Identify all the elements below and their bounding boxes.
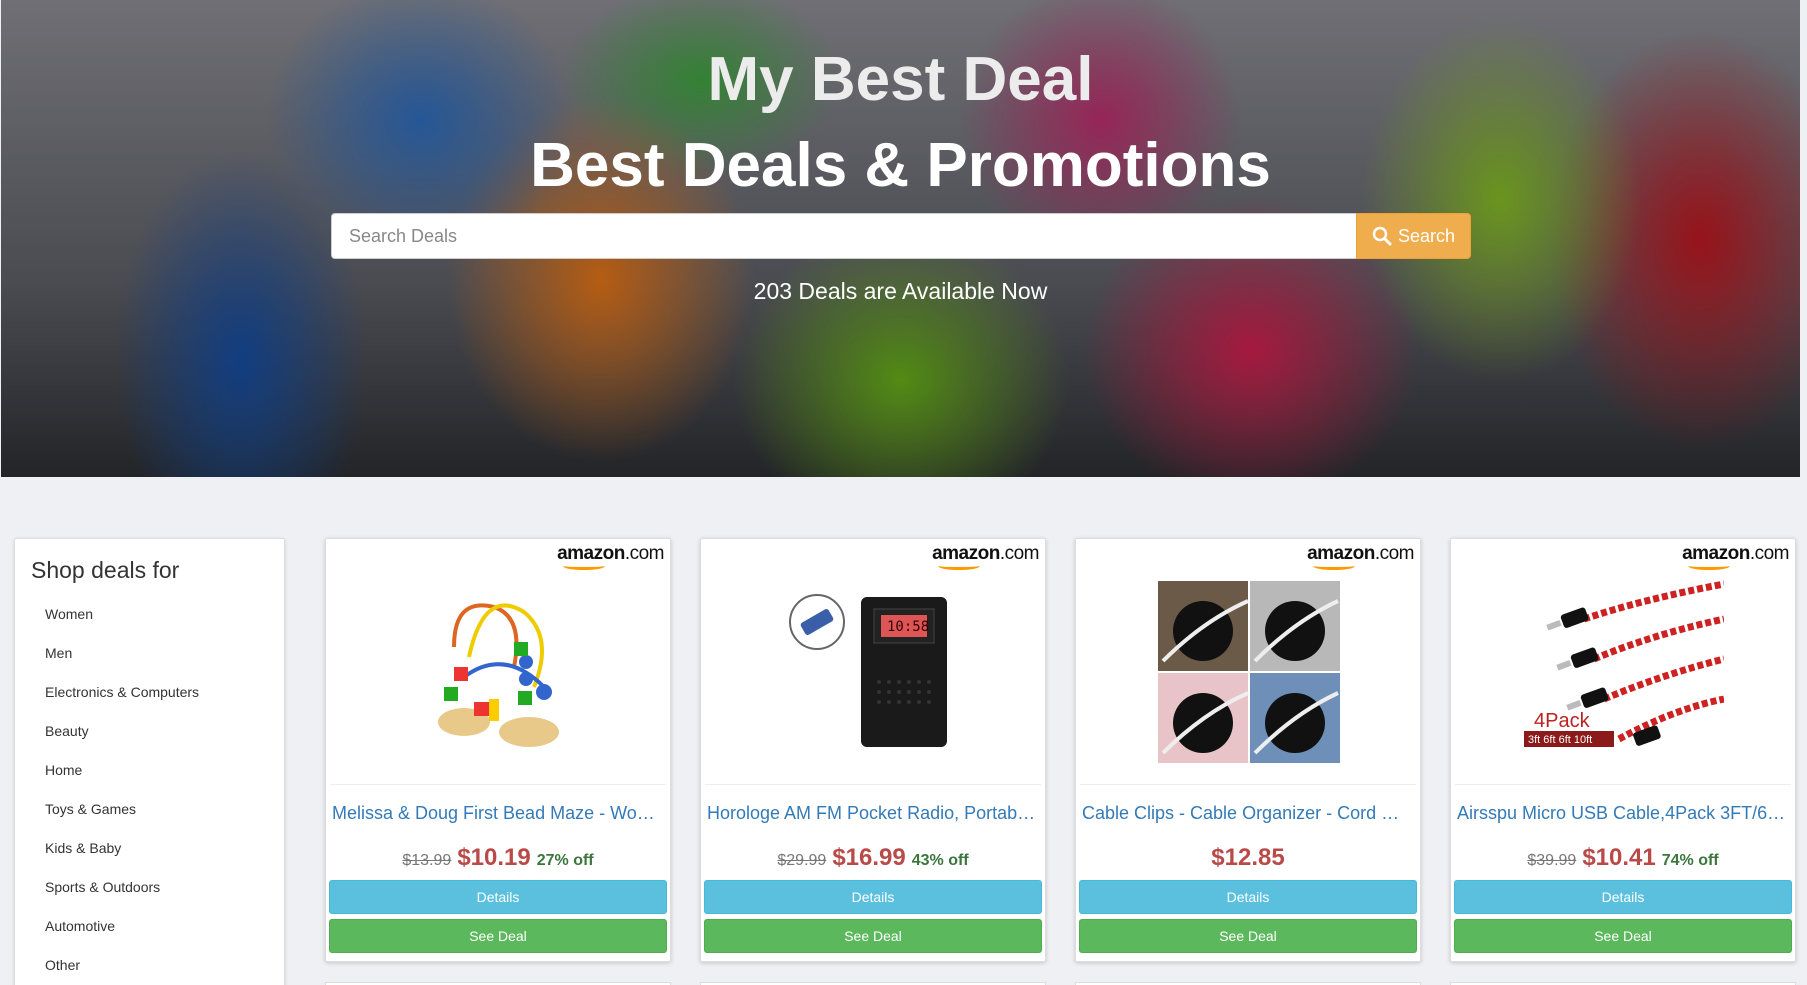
deal-card: amazon.com 4Pack 3ft 6ft 6ft 10ft Airssp… xyxy=(1450,538,1796,962)
search-input[interactable] xyxy=(331,213,1356,259)
price-row: $12.85 xyxy=(1076,844,1420,874)
amazon-logo: amazon.com xyxy=(932,543,1040,570)
old-price: $29.99 xyxy=(777,852,827,869)
cable-clips-image[interactable] xyxy=(1126,574,1372,769)
site-title: My Best Deal xyxy=(707,45,1094,114)
sidebar-item-toys[interactable]: Toys & Games xyxy=(45,801,199,840)
amazon-logo: amazon.com xyxy=(1307,543,1415,570)
deal-title-link[interactable]: Airsspu Micro USB Cable,4Pack 3FT/6FT/6F… xyxy=(1457,803,1789,824)
deal-title-link[interactable]: Melissa & Doug First Bead Maze - Wooden … xyxy=(332,803,664,824)
details-button[interactable]: Details xyxy=(329,880,667,914)
deals-count: 203 Deals are Available Now xyxy=(753,278,1048,304)
deal-card: amazon.com Cable Clips - Cable Organizer… xyxy=(1075,538,1421,962)
amazon-logo: amazon.com xyxy=(557,543,665,570)
new-price: $10.41 xyxy=(1582,844,1656,871)
bead-maze-toy-image[interactable] xyxy=(376,574,622,769)
pocket-radio-image[interactable]: 10:58 xyxy=(751,574,997,769)
details-button[interactable]: Details xyxy=(1079,880,1417,914)
sidebar-item-other[interactable]: Other xyxy=(45,957,199,985)
deal-card: amazon.com Melissa & Doug First Bead Maz… xyxy=(325,538,671,962)
price-row: $13.99 $10.19 27% off xyxy=(326,844,670,874)
search-bar: Search xyxy=(331,213,1471,259)
sidebar-item-home[interactable]: Home xyxy=(45,762,199,801)
see-deal-button[interactable]: See Deal xyxy=(329,919,667,953)
old-price: $39.99 xyxy=(1527,852,1577,869)
sidebar-item-beauty[interactable]: Beauty xyxy=(45,723,199,762)
deal-title-link[interactable]: Cable Clips - Cable Organizer - Cord Man… xyxy=(1082,803,1414,824)
deal-card: amazon.com 10:58 Horologe AM FM Pocket R… xyxy=(700,538,1046,962)
sidebar-item-kids[interactable]: Kids & Baby xyxy=(45,840,199,879)
sidebar-item-automotive[interactable]: Automotive xyxy=(45,918,199,957)
search-button-label: Search xyxy=(1397,225,1456,246)
sidebar-item-women[interactable]: Women xyxy=(45,606,199,645)
search-button[interactable]: Search xyxy=(1356,213,1471,259)
search-icon xyxy=(1372,226,1392,246)
new-price: $10.19 xyxy=(457,844,531,871)
see-deal-button[interactable]: See Deal xyxy=(1454,919,1792,953)
price-row: $29.99 $16.99 43% off xyxy=(701,844,1045,874)
details-button[interactable]: Details xyxy=(704,880,1042,914)
usb-cables-image[interactable]: 4Pack 3ft 6ft 6ft 10ft xyxy=(1501,574,1747,769)
category-list: Women Men Electronics & Computers Beauty… xyxy=(45,606,199,985)
old-price: $13.99 xyxy=(402,852,452,869)
discount-badge: 43% off xyxy=(911,852,969,869)
discount-badge: 27% off xyxy=(536,852,594,869)
deal-title-link[interactable]: Horologe AM FM Pocket Radio, Portable Ba… xyxy=(707,803,1039,824)
image-badge: 4Pack xyxy=(1534,710,1591,732)
image-badge-sub: 3ft 6ft 6ft 10ft xyxy=(1528,734,1592,746)
see-deal-button[interactable]: See Deal xyxy=(1079,919,1417,953)
new-price: $16.99 xyxy=(832,844,906,871)
sidebar-title: Shop deals for xyxy=(31,557,180,583)
sidebar-item-sports[interactable]: Sports & Outdoors xyxy=(45,879,199,918)
discount-badge: 74% off xyxy=(1661,852,1719,869)
category-sidebar: Shop deals for Women Men Electronics & C… xyxy=(14,538,285,985)
hero-subtitle: Best Deals & Promotions xyxy=(530,131,1271,200)
sidebar-item-electronics[interactable]: Electronics & Computers xyxy=(45,684,199,723)
see-deal-button[interactable]: See Deal xyxy=(704,919,1042,953)
new-price: $12.85 xyxy=(1211,844,1285,871)
details-button[interactable]: Details xyxy=(1454,880,1792,914)
price-row: $39.99 $10.41 74% off xyxy=(1451,844,1795,874)
amazon-logo: amazon.com xyxy=(1682,543,1790,570)
svg-text:10:58: 10:58 xyxy=(887,619,929,635)
hero-banner: My Best Deal Best Deals & Promotions Sea… xyxy=(1,0,1800,477)
sidebar-item-men[interactable]: Men xyxy=(45,645,199,684)
